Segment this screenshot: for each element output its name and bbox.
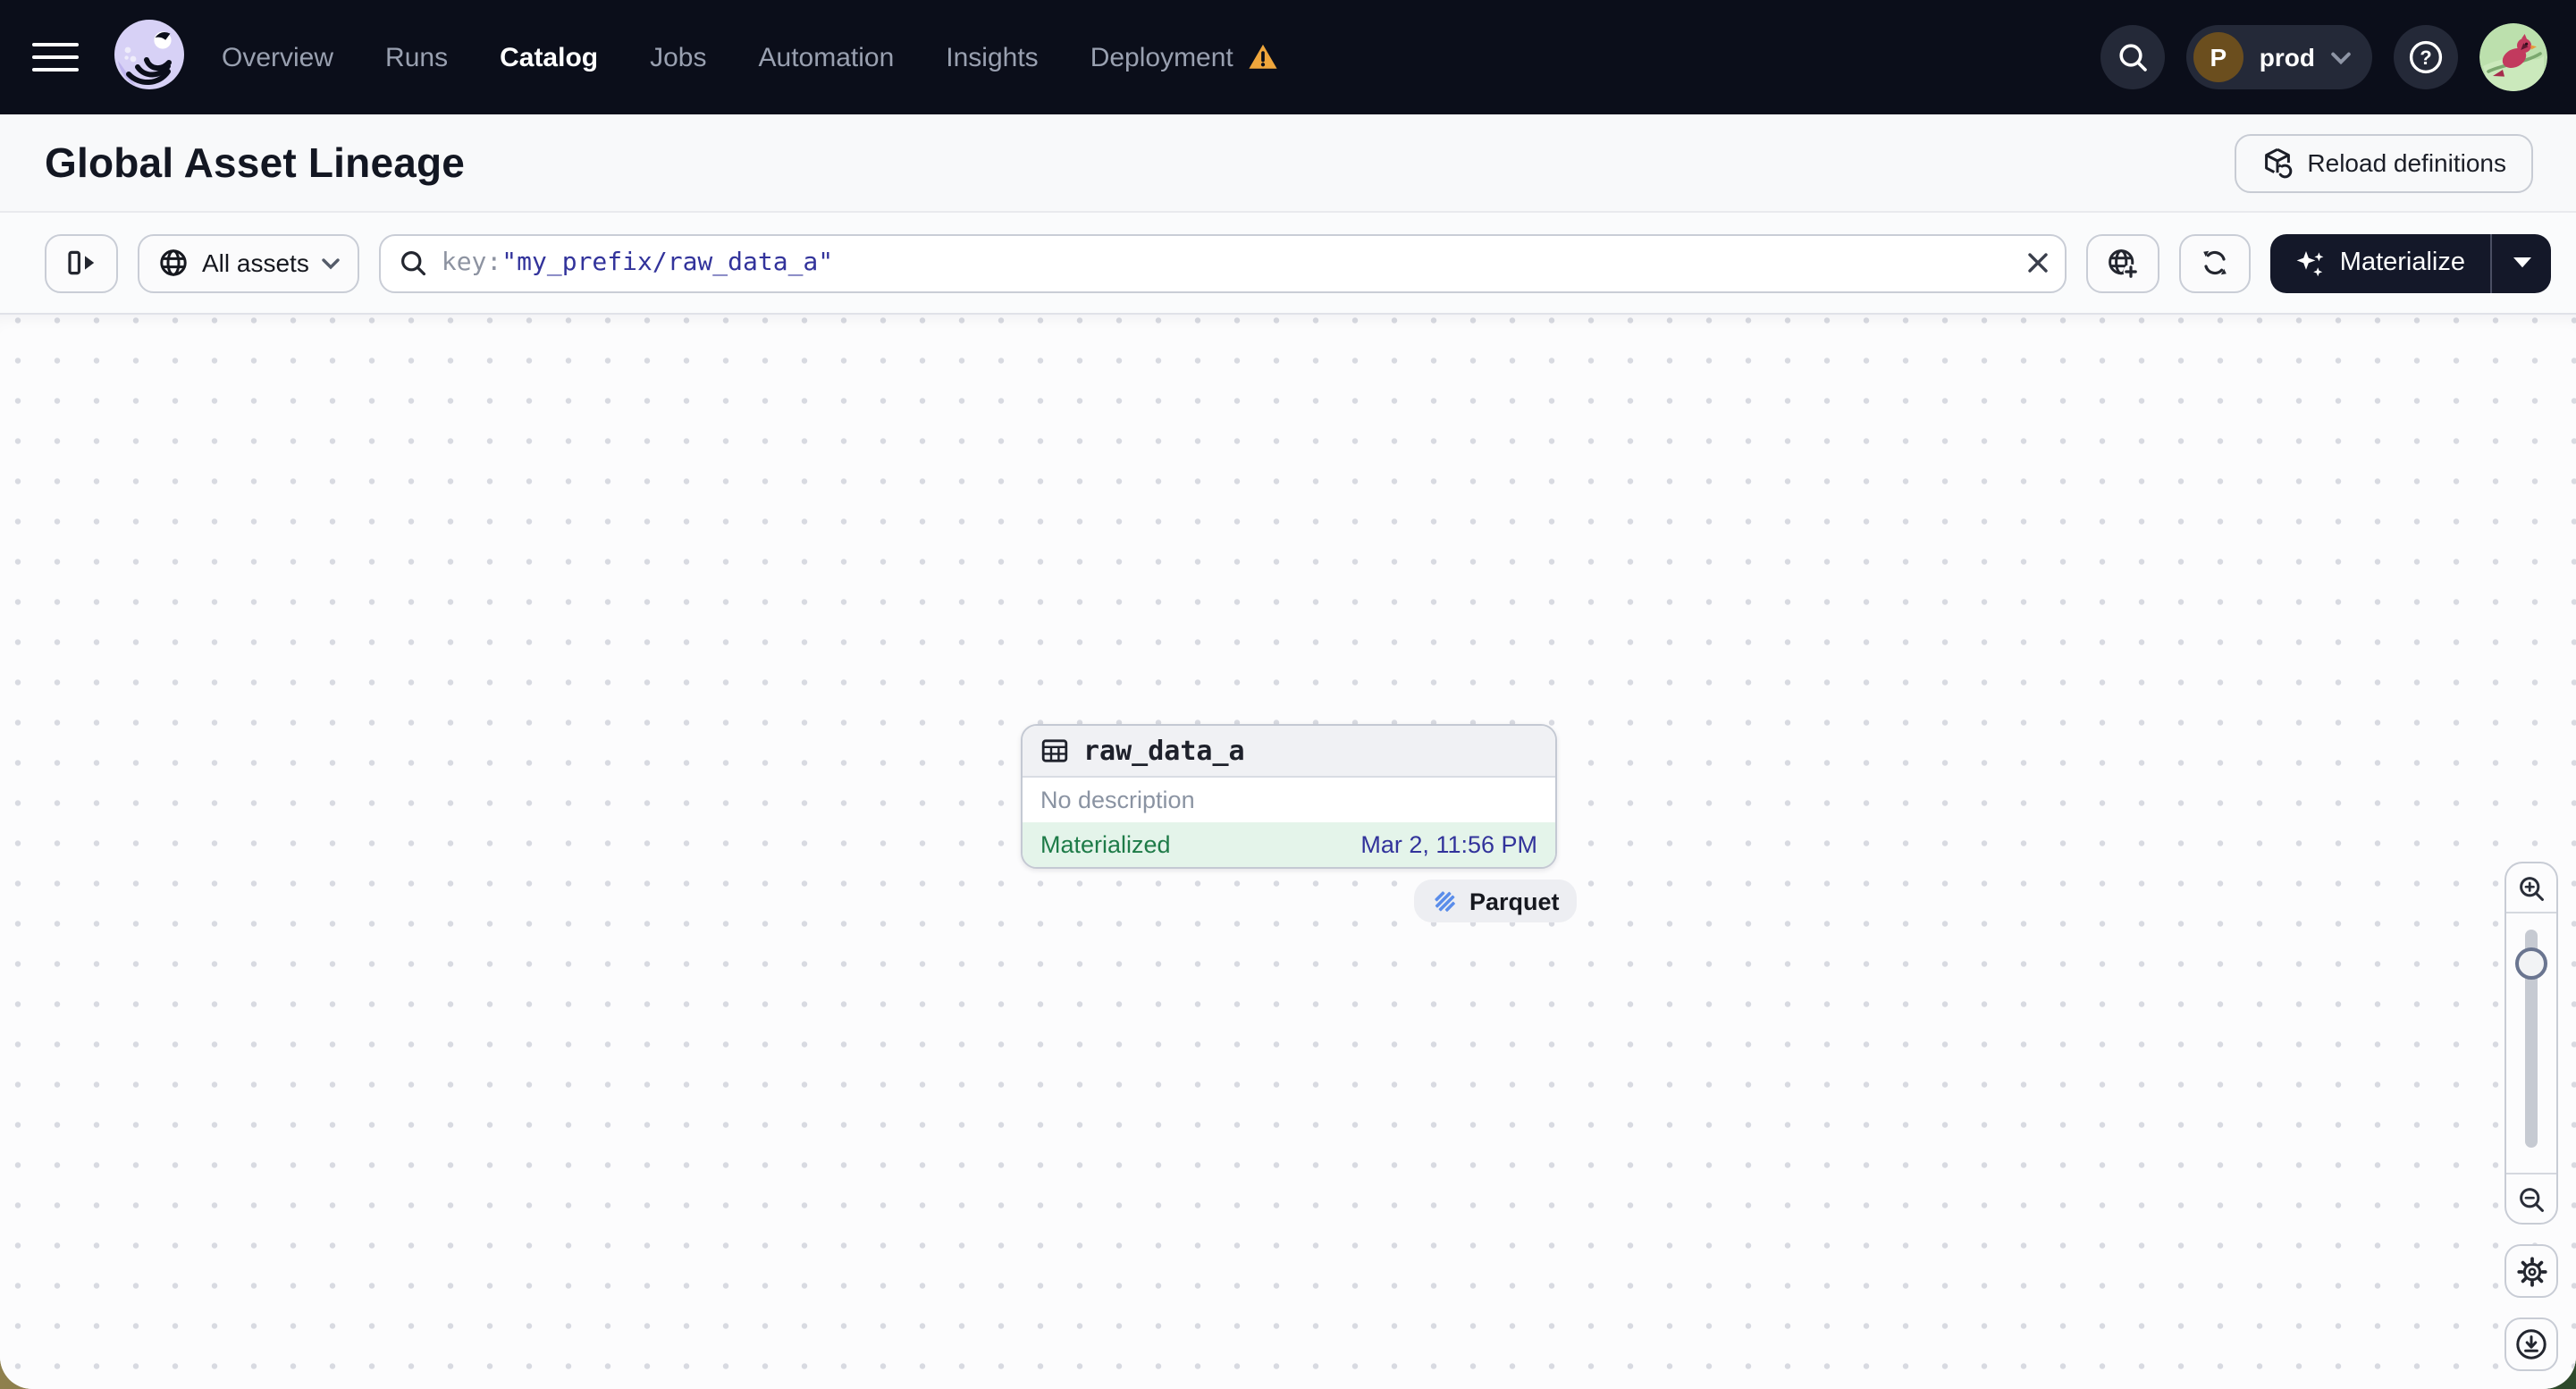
navbar-actions: P prod ? <box>2100 23 2547 91</box>
page-header: Global Asset Lineage Reload definitions <box>0 114 2576 213</box>
zoom-out-button[interactable] <box>2506 1173 2556 1223</box>
sparkle-icon <box>2296 250 2324 276</box>
materialize-dropdown-button[interactable] <box>2492 233 2551 292</box>
open-panel-icon <box>68 250 95 275</box>
globe-icon <box>160 249 187 276</box>
environment-switcher[interactable]: P prod <box>2185 25 2372 89</box>
clear-search-button[interactable] <box>2025 250 2050 275</box>
nav-item-deployment[interactable]: Deployment <box>1090 42 1233 72</box>
asset-scope-dropdown[interactable]: All assets <box>138 233 359 292</box>
nav-item-insights[interactable]: Insights <box>946 42 1038 72</box>
globe-plus-icon <box>2108 248 2139 279</box>
page-title: Global Asset Lineage <box>45 139 466 185</box>
download-icon <box>2516 1329 2547 1360</box>
nav-item-overview[interactable]: Overview <box>222 42 333 72</box>
top-navbar: Overview Runs Catalog Jobs Automation In… <box>0 0 2576 114</box>
nav-item-automation[interactable]: Automation <box>759 42 895 72</box>
materialize-label: Materialize <box>2339 248 2465 277</box>
search-query-prefix: key: <box>441 248 502 277</box>
help-icon: ? <box>2409 40 2443 74</box>
view-global-graph-button[interactable] <box>2085 233 2159 292</box>
menu-icon[interactable] <box>32 42 79 72</box>
download-image-button[interactable] <box>2504 1317 2558 1371</box>
nav-item-catalog[interactable]: Catalog <box>500 42 598 72</box>
zoom-control <box>2504 862 2558 1225</box>
parquet-icon <box>1435 890 1455 911</box>
dagster-app: Overview Runs Catalog Jobs Automation In… <box>0 0 2576 1389</box>
asset-search-input[interactable]: key: "my_prefix/raw_data_a" <box>378 233 2067 292</box>
zoom-in-icon <box>2520 876 2544 900</box>
user-avatar[interactable] <box>2479 23 2547 91</box>
asset-scope-label: All assets <box>202 248 309 277</box>
table-icon <box>1041 739 1068 762</box>
close-icon <box>2028 253 2048 273</box>
dagster-logo-icon[interactable] <box>107 14 193 100</box>
svg-text:?: ? <box>2420 46 2431 69</box>
caret-down-icon <box>2513 257 2530 268</box>
asset-materialized-timestamp[interactable]: Mar 2, 11:56 PM <box>1360 831 1537 858</box>
search-query: key: "my_prefix/raw_data_a" <box>442 248 2011 277</box>
asset-kind-label: Parquet <box>1469 888 1560 914</box>
asset-description: No description <box>1023 778 1555 822</box>
asset-kind-tag-parquet[interactable]: Parquet <box>1414 880 1578 922</box>
nav-item-runs[interactable]: Runs <box>385 42 448 72</box>
search-icon <box>2119 44 2147 72</box>
lineage-canvas[interactable]: raw_data_a No description Materialized M… <box>0 315 2576 1389</box>
reload-definitions-button[interactable]: Reload definitions <box>2234 133 2533 192</box>
asset-node-header: raw_data_a <box>1023 726 1555 778</box>
primary-nav: Overview Runs Catalog Jobs Automation In… <box>222 42 1278 72</box>
chevron-down-icon <box>2331 51 2351 63</box>
asset-status-row: Materialized Mar 2, 11:56 PM <box>1023 822 1555 867</box>
zoom-slider-handle[interactable] <box>2515 947 2547 980</box>
global-search-button[interactable] <box>2100 25 2165 89</box>
toggle-sidebar-button[interactable] <box>45 233 118 292</box>
warning-triangle-icon <box>1249 44 1277 69</box>
materialize-button[interactable]: Materialize <box>2270 233 2490 292</box>
refresh-icon <box>2202 250 2227 275</box>
zoom-out-icon <box>2520 1187 2544 1211</box>
search-icon <box>400 251 425 276</box>
environment-avatar: P <box>2193 32 2243 82</box>
environment-name: prod <box>2259 43 2315 72</box>
chevron-down-icon <box>322 257 340 269</box>
zoom-in-button[interactable] <box>2506 863 2556 913</box>
refresh-button[interactable] <box>2178 233 2251 292</box>
asset-node-raw-data-a[interactable]: raw_data_a No description Materialized M… <box>1021 724 1557 869</box>
help-button[interactable]: ? <box>2394 25 2458 89</box>
materialize-split-button: Materialize <box>2269 233 2551 292</box>
reload-definitions-label: Reload definitions <box>2307 148 2506 177</box>
lineage-toolbar: All assets key: "my_prefix/raw_data_a" M… <box>0 213 2576 315</box>
asset-status: Materialized <box>1040 831 1171 858</box>
asset-name: raw_data_a <box>1083 735 1245 767</box>
zoom-slider[interactable] <box>2506 913 2556 1173</box>
gear-icon <box>2516 1256 2547 1286</box>
graph-settings-button[interactable] <box>2504 1244 2558 1298</box>
reload-definitions-icon <box>2264 147 2292 179</box>
nav-item-jobs[interactable]: Jobs <box>650 42 706 72</box>
canvas-controls <box>2504 862 2558 1371</box>
search-query-value: "my_prefix/raw_data_a" <box>501 248 834 277</box>
